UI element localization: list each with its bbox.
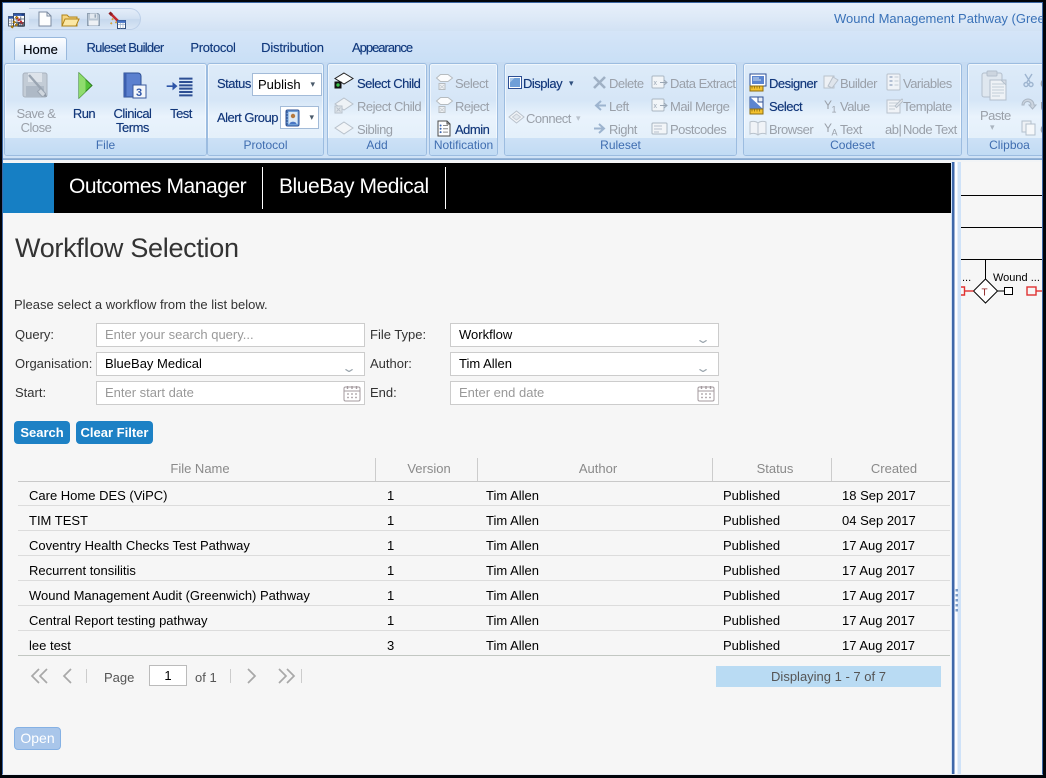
svg-text:Wound ...: Wound ...	[993, 272, 1040, 284]
svg-text:T: T	[982, 288, 988, 299]
svg-text:x: x	[654, 103, 658, 110]
svg-text:3: 3	[136, 87, 142, 99]
svg-text:...: ...	[962, 272, 971, 284]
svg-text:x: x	[654, 80, 658, 87]
